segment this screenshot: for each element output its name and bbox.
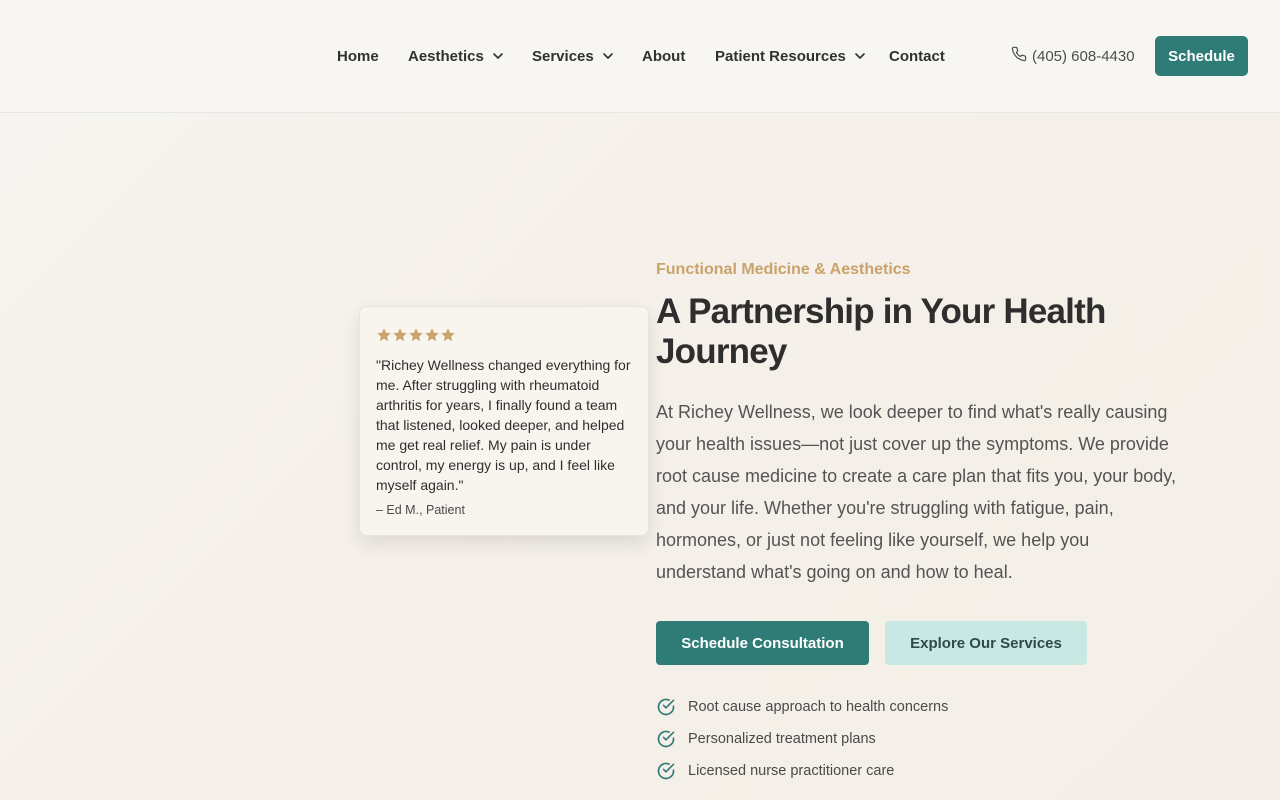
feature-item: Personalized treatment plans xyxy=(656,728,876,750)
nav-home[interactable]: Home xyxy=(337,44,379,68)
star-icon xyxy=(424,327,440,343)
testimonial-author: – Ed M., Patient xyxy=(376,503,465,517)
hero-headline: A Partnership in Your Health Journey xyxy=(656,292,1106,371)
feature-label: Licensed nurse practitioner care xyxy=(688,763,895,779)
chevron-down-icon xyxy=(492,50,504,62)
phone-link[interactable]: (405) 608-4430 xyxy=(1011,44,1135,68)
phone-number: (405) 608-4430 xyxy=(1032,47,1135,65)
nav-patient-resources-label: Patient Resources xyxy=(715,47,846,65)
testimonial-card: "Richey Wellness changed everything for … xyxy=(359,306,649,536)
check-circle-icon xyxy=(656,761,676,781)
star-rating xyxy=(376,327,632,345)
feature-item: Licensed nurse practitioner care xyxy=(656,760,894,782)
nav-services-label: Services xyxy=(532,47,594,65)
star-icon xyxy=(376,327,392,343)
hero-eyebrow: Functional Medicine & Aesthetics xyxy=(656,261,911,278)
nav-contact-label: Contact xyxy=(889,47,945,65)
nav-about-label: About xyxy=(642,47,686,65)
explore-services-button[interactable]: Explore Our Services xyxy=(885,621,1087,665)
star-icon xyxy=(408,327,424,343)
nav-patient-resources[interactable]: Patient Resources xyxy=(715,44,866,68)
phone-icon xyxy=(1011,46,1032,66)
nav-contact[interactable]: Contact xyxy=(889,44,945,68)
feature-label: Root cause approach to health concerns xyxy=(688,699,949,715)
site-header: Home Aesthetics Services About Patient R… xyxy=(0,0,1280,113)
schedule-button[interactable]: Schedule xyxy=(1155,36,1248,76)
check-circle-icon xyxy=(656,729,676,749)
nav-aesthetics-label: Aesthetics xyxy=(408,47,484,65)
star-icon xyxy=(440,327,456,343)
hero-description: At Richey Wellness, we look deeper to fi… xyxy=(656,402,1176,582)
nav-services[interactable]: Services xyxy=(532,44,614,68)
testimonial-quote: "Richey Wellness changed everything for … xyxy=(376,357,631,493)
feature-label: Personalized treatment plans xyxy=(688,731,876,747)
nav-home-label: Home xyxy=(337,47,379,65)
nav-about[interactable]: About xyxy=(642,44,685,68)
nav-aesthetics[interactable]: Aesthetics xyxy=(408,44,504,68)
chevron-down-icon xyxy=(602,50,614,62)
schedule-consultation-button[interactable]: Schedule Consultation xyxy=(656,621,869,665)
chevron-down-icon xyxy=(854,50,866,62)
feature-item: Root cause approach to health concerns xyxy=(656,696,948,718)
star-icon xyxy=(392,327,408,343)
check-circle-icon xyxy=(656,697,676,717)
